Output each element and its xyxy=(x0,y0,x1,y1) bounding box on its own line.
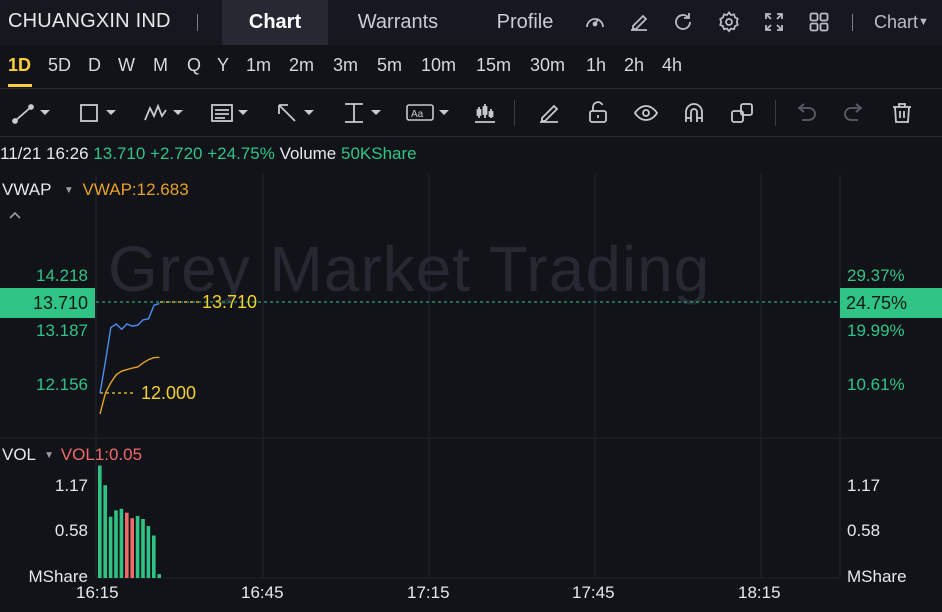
volume-bar xyxy=(157,574,161,578)
volume-bar xyxy=(108,516,113,578)
time-tick: 17:15 xyxy=(407,583,450,602)
volume-bar xyxy=(130,518,134,578)
volume-bar xyxy=(103,485,107,578)
volume-bar xyxy=(125,512,129,578)
time-tick: 16:15 xyxy=(76,583,119,602)
volume-bar xyxy=(146,526,151,578)
volume-bar xyxy=(141,519,145,578)
volume-bar xyxy=(152,535,156,578)
time-tick: 17:45 xyxy=(572,583,615,602)
volume-bar xyxy=(114,510,118,578)
time-tick: 16:45 xyxy=(241,583,284,602)
volume-bar xyxy=(98,465,102,578)
time-tick: 18:15 xyxy=(738,583,781,602)
volume-bar xyxy=(135,515,140,578)
volume-chart xyxy=(98,465,161,578)
volume-bar xyxy=(119,508,124,578)
